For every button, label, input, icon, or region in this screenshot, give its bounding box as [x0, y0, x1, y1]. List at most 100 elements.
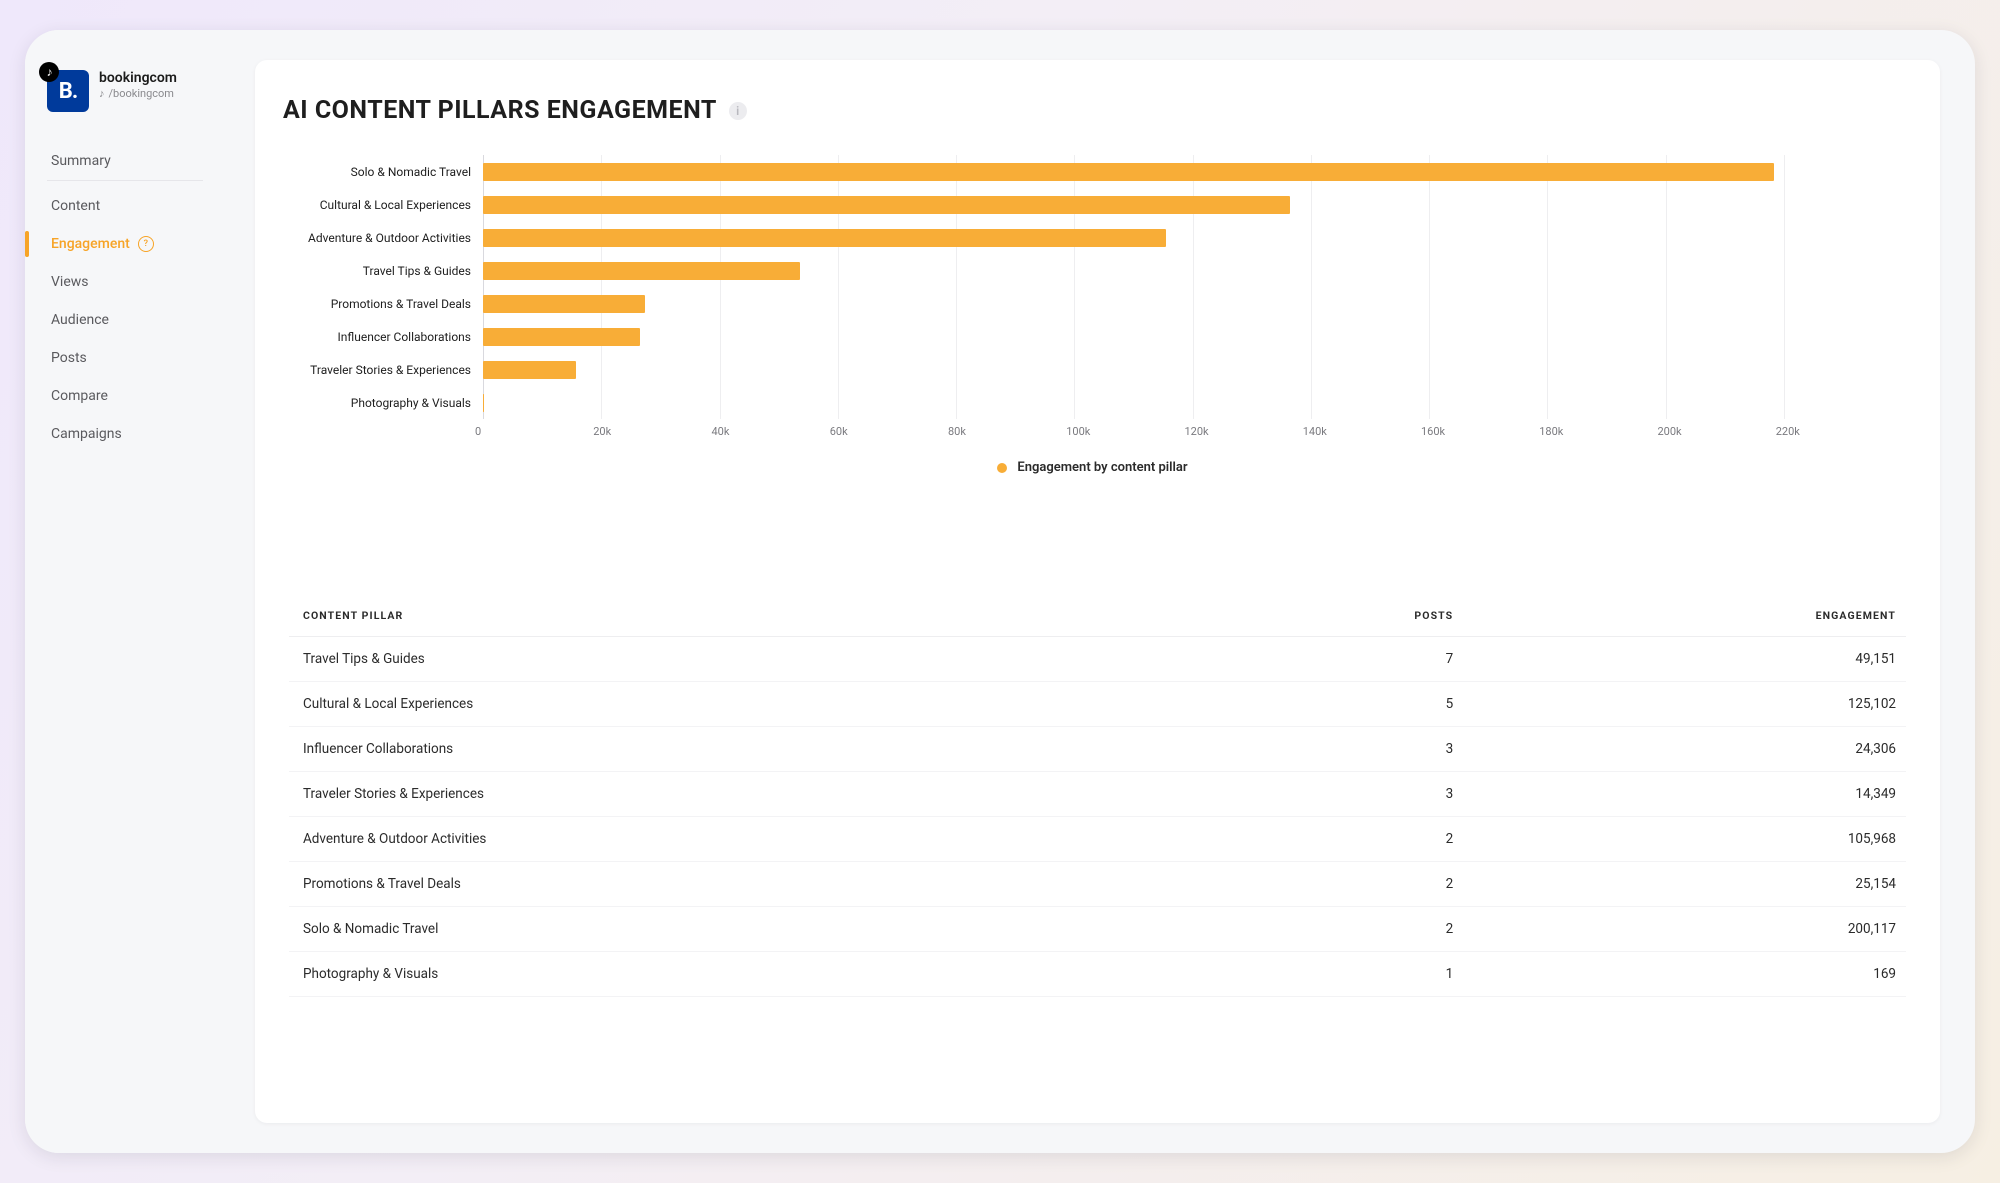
table-cell: 3 — [1204, 772, 1464, 817]
chart-x-tick: 60k — [830, 425, 948, 438]
table-row: Influencer Collaborations324,306 — [289, 727, 1906, 772]
legend-dot-icon — [997, 463, 1007, 473]
chart-category-label: Cultural & Local Experiences — [283, 198, 483, 212]
chart-row: Solo & Nomadic Travel — [283, 155, 1902, 188]
table-row: Solo & Nomadic Travel2200,117 — [289, 907, 1906, 952]
table-row: Traveler Stories & Experiences314,349 — [289, 772, 1906, 817]
chart-x-tick: 120k — [1185, 425, 1303, 438]
sidebar: ♪ B. bookingcom ♪ /bookingcom Summary Con… — [25, 30, 225, 1153]
chart-category-label: Adventure & Outdoor Activities — [283, 231, 483, 245]
sidebar-item-posts[interactable]: Posts — [25, 339, 225, 377]
table-cell: 7 — [1204, 637, 1464, 682]
sidebar-item-label: Summary — [51, 153, 111, 169]
content-card: AI CONTENT PILLARS ENGAGEMENT i Solo & N… — [255, 60, 1940, 1123]
chart-bar-area — [483, 287, 1902, 320]
table-cell: 125,102 — [1463, 682, 1906, 727]
chart-x-axis: 020k40k60k80k100k120k140k160k180k200k220… — [483, 425, 1902, 438]
chart-x-tick: 200k — [1658, 425, 1776, 438]
legend-label: Engagement by content pillar — [1017, 460, 1187, 475]
chart-x-tick: 140k — [1303, 425, 1421, 438]
table-cell: 2 — [1204, 862, 1464, 907]
table-row: Travel Tips & Guides749,151 — [289, 637, 1906, 682]
table-row: Promotions & Travel Deals225,154 — [289, 862, 1906, 907]
chart-row: Travel Tips & Guides — [283, 254, 1902, 287]
brand-name: bookingcom — [99, 70, 177, 87]
chart-x-tick: 80k — [948, 425, 1066, 438]
table-cell: 25,154 — [1463, 862, 1906, 907]
chart-bar-area — [483, 386, 1902, 419]
table-cell: Traveler Stories & Experiences — [289, 772, 1204, 817]
chart-row: Cultural & Local Experiences — [283, 188, 1902, 221]
sidebar-item-compare[interactable]: Compare — [25, 377, 225, 415]
tiktok-glyph-icon: ♪ — [99, 87, 105, 100]
chart-category-label: Influencer Collaborations — [283, 330, 483, 344]
table-cell: 49,151 — [1463, 637, 1906, 682]
chart-bar-area — [483, 353, 1902, 386]
chart-x-tick: 0 — [475, 425, 593, 438]
brand-handle: ♪ /bookingcom — [99, 87, 177, 100]
engagement-bar-chart: Solo & Nomadic Travel Cultural & Local Ex… — [283, 155, 1912, 475]
table-cell: 2 — [1204, 907, 1464, 952]
chart-bar — [483, 394, 484, 412]
chart-category-label: Travel Tips & Guides — [283, 264, 483, 278]
table-header[interactable]: CONTENT PILLAR — [289, 595, 1204, 637]
info-icon[interactable]: i — [729, 102, 747, 120]
brand-logo: ♪ B. — [47, 70, 89, 112]
chart-bar-area — [483, 254, 1902, 287]
chart-bar-area — [483, 221, 1902, 254]
table-cell: 3 — [1204, 727, 1464, 772]
chart-row: Influencer Collaborations — [283, 320, 1902, 353]
table-cell: 5 — [1204, 682, 1464, 727]
chart-bar — [483, 196, 1290, 214]
chart-bar-area — [483, 188, 1902, 221]
brand-block: ♪ B. bookingcom ♪ /bookingcom — [25, 48, 225, 132]
chart-row: Traveler Stories & Experiences — [283, 353, 1902, 386]
sidebar-item-label: Audience — [51, 312, 109, 328]
chart-bar — [483, 163, 1774, 181]
sidebar-item-content[interactable]: Content — [25, 187, 225, 225]
table-header[interactable]: POSTS — [1204, 595, 1464, 637]
table-cell: Photography & Visuals — [289, 952, 1204, 997]
sidebar-item-label: Compare — [51, 388, 108, 404]
chart-bar — [483, 328, 640, 346]
table-row: Cultural & Local Experiences5125,102 — [289, 682, 1906, 727]
tiktok-badge-icon: ♪ — [39, 62, 59, 82]
sidebar-item-label: Content — [51, 198, 100, 214]
chart-x-tick: 20k — [593, 425, 711, 438]
sidebar-item-label: Engagement — [51, 236, 130, 252]
table-cell: Promotions & Travel Deals — [289, 862, 1204, 907]
chart-row: Adventure & Outdoor Activities — [283, 221, 1902, 254]
table-cell: 2 — [1204, 817, 1464, 862]
sidebar-item-views[interactable]: Views — [25, 263, 225, 301]
chart-category-label: Promotions & Travel Deals — [283, 297, 483, 311]
brand-logo-text: B. — [59, 79, 77, 104]
main-content: AI CONTENT PILLARS ENGAGEMENT i Solo & N… — [225, 30, 1975, 1153]
table-cell: 14,349 — [1463, 772, 1906, 817]
sidebar-item-label: Posts — [51, 350, 87, 366]
table-header[interactable]: ENGAGEMENT — [1463, 595, 1906, 637]
chart-x-tick: 160k — [1421, 425, 1539, 438]
content-pillar-table: CONTENT PILLARPOSTSENGAGEMENT Travel Tip… — [283, 595, 1912, 997]
table-cell: 169 — [1463, 952, 1906, 997]
sidebar-item-label: Campaigns — [51, 426, 122, 442]
chart-row: Promotions & Travel Deals — [283, 287, 1902, 320]
sidebar-item-audience[interactable]: Audience — [25, 301, 225, 339]
table-cell: Solo & Nomadic Travel — [289, 907, 1204, 952]
table-row: Adventure & Outdoor Activities2105,968 — [289, 817, 1906, 862]
table-cell: 200,117 — [1463, 907, 1906, 952]
sidebar-item-engagement[interactable]: Engagement? — [25, 225, 225, 263]
app-frame: ♪ B. bookingcom ♪ /bookingcom Summary Con… — [25, 30, 1975, 1153]
sidebar-item-campaigns[interactable]: Campaigns — [25, 415, 225, 453]
table-cell: Influencer Collaborations — [289, 727, 1204, 772]
table-cell: Cultural & Local Experiences — [289, 682, 1204, 727]
table-cell: 24,306 — [1463, 727, 1906, 772]
chart-x-tick: 220k — [1776, 425, 1894, 438]
chart-category-label: Photography & Visuals — [283, 396, 483, 410]
sidebar-item-summary[interactable]: Summary — [47, 142, 203, 181]
table-cell: Adventure & Outdoor Activities — [289, 817, 1204, 862]
table-cell: 105,968 — [1463, 817, 1906, 862]
chart-bar-area — [483, 155, 1902, 188]
chart-bar — [483, 361, 576, 379]
table-cell: Travel Tips & Guides — [289, 637, 1204, 682]
chart-row: Photography & Visuals — [283, 386, 1902, 419]
